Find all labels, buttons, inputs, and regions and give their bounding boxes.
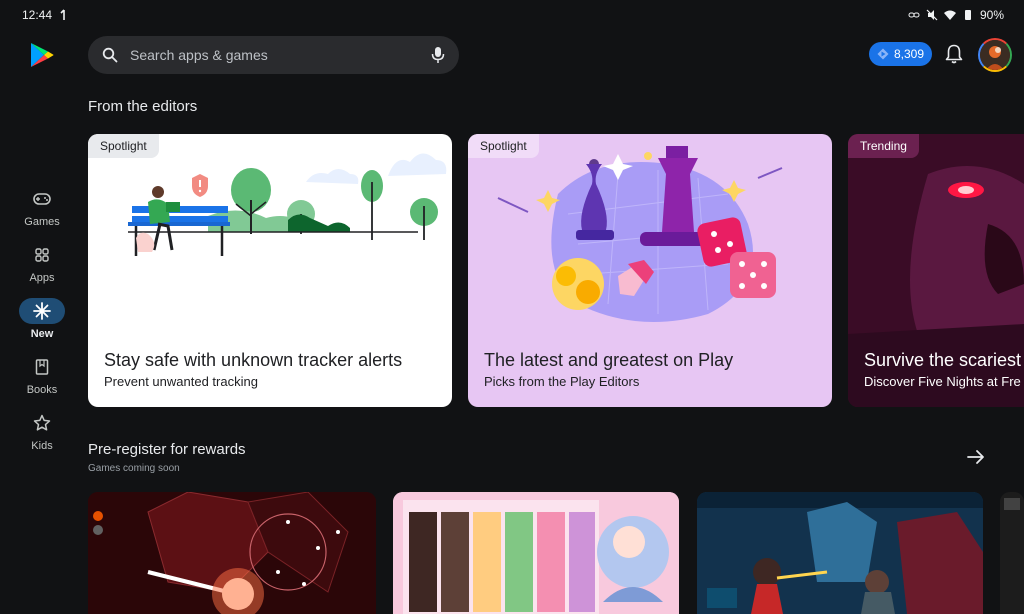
account-avatar[interactable] bbox=[978, 38, 1012, 72]
game-screenshot-partial bbox=[1000, 492, 1024, 614]
card-illustration-chess bbox=[497, 146, 783, 322]
preregister-game-tile[interactable] bbox=[697, 492, 983, 614]
card-title: Survive the scariest bbox=[864, 350, 1022, 370]
editor-card-latest-greatest[interactable]: Spotlight The latest and greatest on Pla… bbox=[468, 134, 832, 407]
microphone-icon[interactable] bbox=[431, 46, 445, 64]
preregister-game-tile[interactable] bbox=[88, 492, 376, 614]
nav-item-apps[interactable]: Apps bbox=[0, 242, 84, 298]
game-screenshot-battle bbox=[697, 492, 983, 614]
clock: 12:44 bbox=[22, 8, 53, 22]
mute-icon bbox=[926, 9, 938, 21]
navigation-rail: Games Apps New Books Kids bbox=[0, 30, 84, 614]
section-subtitle-preregister: Games coming soon bbox=[88, 463, 180, 474]
play-points-badge[interactable]: 8,309 bbox=[869, 42, 932, 66]
nav-label-new: New bbox=[30, 328, 54, 340]
search-icon bbox=[102, 47, 118, 63]
play-points-icon bbox=[877, 48, 889, 60]
link-icon bbox=[908, 12, 920, 18]
editor-card-trending-horror[interactable]: Trending Survive the scariest Discover F… bbox=[848, 134, 1024, 407]
search-input[interactable]: Search apps & games bbox=[130, 47, 431, 63]
battery-level: 90% bbox=[979, 8, 1004, 22]
card-subtitle: Prevent unwanted tracking bbox=[104, 374, 258, 389]
battery-icon bbox=[964, 10, 971, 20]
avatar-image bbox=[980, 40, 1010, 70]
card-title: Stay safe with unknown tracker alerts bbox=[104, 350, 403, 370]
notification-icon bbox=[60, 9, 65, 20]
search-bar[interactable]: Search apps & games bbox=[88, 36, 459, 74]
gamepad-icon bbox=[33, 193, 51, 205]
book-icon bbox=[35, 359, 49, 375]
preregister-game-tile[interactable] bbox=[393, 492, 679, 614]
nav-item-new[interactable]: New bbox=[0, 298, 84, 354]
apps-grid-icon bbox=[35, 248, 49, 262]
game-screenshot-space bbox=[88, 492, 376, 614]
play-points-count: 8,309 bbox=[893, 47, 925, 61]
nav-item-games[interactable]: Games bbox=[0, 186, 84, 242]
nav-item-kids[interactable]: Kids bbox=[0, 410, 84, 466]
card-tag: Spotlight bbox=[468, 134, 539, 158]
sparkle-icon bbox=[33, 302, 51, 320]
preregister-game-tile[interactable] bbox=[1000, 492, 1024, 614]
nav-label-apps: Apps bbox=[29, 272, 55, 284]
card-tag: Trending bbox=[848, 134, 919, 158]
star-icon bbox=[33, 414, 51, 431]
play-store-logo-icon[interactable] bbox=[30, 42, 54, 68]
nav-label-games: Games bbox=[24, 216, 60, 228]
game-screenshot-characters bbox=[393, 492, 679, 614]
notifications-bell-icon[interactable] bbox=[944, 43, 964, 65]
card-title: The latest and greatest on Play bbox=[484, 350, 734, 370]
arrow-right-icon[interactable] bbox=[966, 448, 986, 466]
wifi-icon bbox=[943, 10, 956, 20]
nav-item-books[interactable]: Books bbox=[0, 354, 84, 410]
status-bar: 12:44 90% bbox=[0, 0, 1024, 30]
section-title-preregister: Pre-register for rewards bbox=[88, 441, 246, 458]
card-tag: Spotlight bbox=[88, 134, 159, 158]
card-subtitle: Discover Five Nights at Fre bbox=[864, 374, 1021, 389]
editor-card-tracker-alerts[interactable]: Spotlight Stay safe with unknown tracker… bbox=[88, 134, 452, 407]
section-title-editors: From the editors bbox=[88, 98, 198, 115]
nav-label-books: Books bbox=[26, 384, 58, 396]
nav-label-kids: Kids bbox=[31, 440, 53, 452]
card-subtitle: Picks from the Play Editors bbox=[484, 374, 640, 389]
